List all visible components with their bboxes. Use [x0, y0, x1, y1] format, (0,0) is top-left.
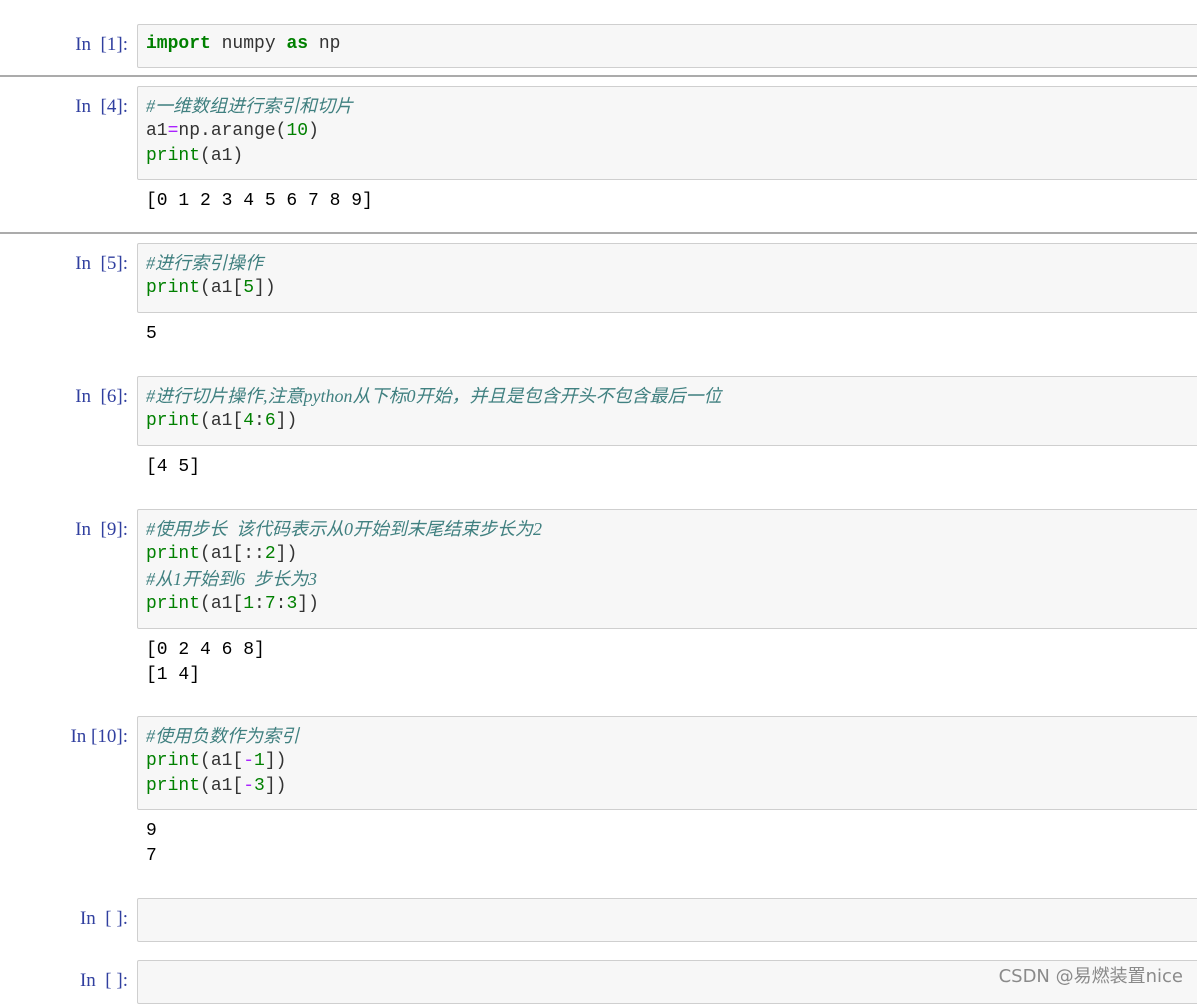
- code-line: print(a1): [146, 144, 1197, 169]
- code-token: ]): [275, 411, 298, 431]
- output-line: 7: [146, 846, 157, 866]
- code-line: print(a1[-3]): [146, 774, 1197, 799]
- code-token: =: [167, 121, 179, 141]
- code-token: ]): [275, 544, 298, 564]
- code-token: print: [146, 776, 201, 796]
- code-token: print: [146, 411, 201, 431]
- code-line: import numpy as np: [146, 32, 1197, 57]
- code-line: #进行切片操作,注意python从下标0开始，并且是包含开头不包含最后一位: [146, 384, 1197, 409]
- code-token: 1: [243, 594, 255, 614]
- cell-separator: [0, 75, 1197, 77]
- code-token: :: [275, 594, 287, 614]
- cell-input-editor[interactable]: #一维数组进行索引和切片 a1=np.arange(10) print(a1): [137, 86, 1197, 180]
- code-token: (a1[: [200, 278, 244, 298]
- code-token: (a1[::: [200, 544, 265, 564]
- cell-prompt: In [10]:: [70, 726, 128, 747]
- code-token: (a1[: [200, 411, 244, 431]
- code-line: #进行索引操作: [146, 251, 1197, 276]
- code-comment: #从1开始到6 步长为3: [146, 569, 317, 589]
- code-token: 1: [254, 751, 265, 771]
- cell-output: [0 2 4 6 8] [1 4]: [146, 638, 265, 688]
- cell-prompt: In [ ]:: [79, 970, 128, 991]
- code-comment: #进行切片操作,注意python从下标0开始，并且是包含开头不包含最后一位: [146, 386, 722, 406]
- code-token: import: [146, 34, 211, 54]
- code-token: 5: [243, 278, 255, 298]
- code-token: ]): [297, 594, 319, 614]
- cell-prompt: In [1]:: [75, 34, 128, 55]
- cell-prompt: In [5]:: [75, 253, 128, 274]
- code-token: :: [254, 594, 265, 614]
- code-token: numpy: [210, 34, 287, 54]
- cell-input-editor[interactable]: #使用步长 该代码表示从0开始到末尾结束步长为2 print(a1[::2]) #从…: [137, 509, 1197, 629]
- code-token: print: [146, 594, 201, 614]
- code-line: print(a1[1:7:3]): [146, 592, 1197, 617]
- code-line: #使用步长 该代码表示从0开始到末尾结束步长为2: [146, 517, 1197, 542]
- code-line: a1=np.arange(10): [146, 119, 1197, 144]
- watermark: CSDN @易燃装置nice: [998, 966, 1183, 987]
- code-line: #一维数组进行索引和切片: [146, 94, 1197, 119]
- code-token: 2: [264, 544, 276, 564]
- code-token: 3: [254, 776, 265, 796]
- code-token: (a1[: [200, 776, 244, 796]
- cell-input-editor[interactable]: import numpy as np: [137, 24, 1197, 68]
- cell-input-editor[interactable]: [137, 898, 1197, 942]
- cell-prompt: In [9]:: [75, 519, 128, 540]
- code-token: ]): [254, 278, 276, 298]
- cell-output: [4 5]: [146, 455, 200, 480]
- code-token: (a1[: [200, 751, 244, 771]
- code-line: print(a1[5]): [146, 276, 1197, 301]
- code-token: ]): [264, 776, 287, 796]
- output-line: [0 1 2 3 4 5 6 7 8 9]: [146, 191, 373, 211]
- cell-input-editor[interactable]: #使用负数作为索引 print(a1[-1]) print(a1[-3]): [137, 716, 1197, 810]
- output-line: 9: [146, 821, 157, 841]
- cell-output: [0 1 2 3 4 5 6 7 8 9]: [146, 189, 373, 214]
- code-comment: #进行索引操作: [146, 253, 263, 273]
- code-token: as: [286, 34, 309, 54]
- code-token: print: [146, 278, 201, 298]
- code-token: a1: [146, 121, 168, 141]
- code-token: 10: [286, 121, 309, 141]
- code-line: print(a1[::2]): [146, 542, 1197, 567]
- output-line: [0 2 4 6 8]: [146, 640, 265, 660]
- code-token: print: [146, 146, 201, 166]
- code-token: 3: [286, 594, 298, 614]
- output-line: [1 4]: [146, 665, 201, 685]
- cell-input-editor[interactable]: #进行切片操作,注意python从下标0开始，并且是包含开头不包含最后一位 pri…: [137, 376, 1197, 446]
- code-token: print: [146, 751, 201, 771]
- cell-output: 97: [146, 819, 157, 869]
- code-line: print(a1[4:6]): [146, 409, 1197, 434]
- cell-prompt: In [6]:: [75, 386, 128, 407]
- code-comment: #一维数组进行索引和切片: [146, 96, 353, 116]
- code-token: -: [243, 776, 255, 796]
- code-token: 7: [264, 594, 276, 614]
- code-token: ): [308, 121, 319, 141]
- cell-output: 5: [146, 322, 157, 347]
- code-line: #从1开始到6 步长为3: [146, 567, 1197, 592]
- code-token: 4: [243, 411, 255, 431]
- output-line: [4 5]: [146, 457, 201, 477]
- code-token: (a1[: [200, 594, 244, 614]
- cell-prompt: In [ ]:: [79, 908, 128, 929]
- code-token: (a1): [200, 146, 244, 166]
- cell-separator: [0, 232, 1197, 234]
- code-line: #使用负数作为索引: [146, 724, 1197, 749]
- code-token: -: [243, 751, 255, 771]
- code-token: np: [308, 34, 341, 54]
- cell-prompt: In [4]:: [75, 96, 128, 117]
- code-comment: #使用步长 该代码表示从0开始到末尾结束步长为2: [146, 519, 542, 539]
- code-token: :: [254, 411, 265, 431]
- code-line: print(a1[-1]): [146, 749, 1197, 774]
- code-token: np.arange(: [178, 121, 287, 141]
- code-token: ]): [264, 751, 287, 771]
- cell-input-editor[interactable]: #进行索引操作 print(a1[5]): [137, 243, 1197, 313]
- code-comment: #使用负数作为索引: [146, 726, 299, 746]
- code-token: 6: [264, 411, 276, 431]
- output-line: 5: [146, 324, 157, 344]
- code-token: print: [146, 544, 201, 564]
